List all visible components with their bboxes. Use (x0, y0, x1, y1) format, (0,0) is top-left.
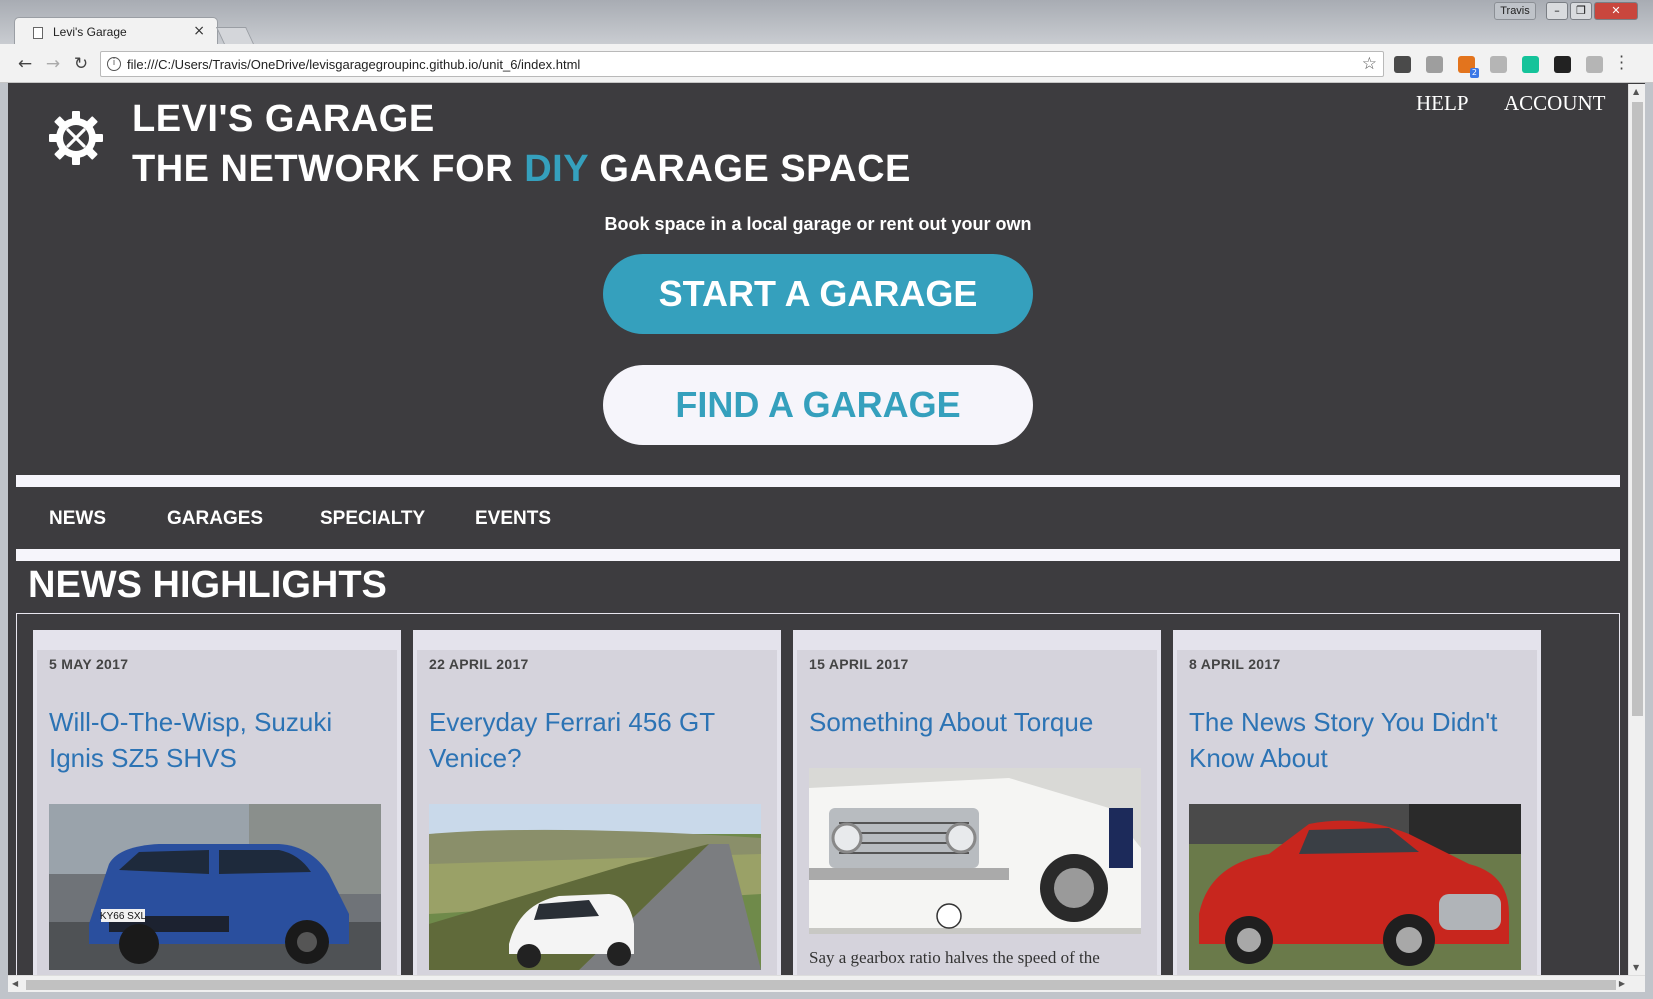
help-link[interactable]: HELP (1416, 91, 1469, 116)
scroll-right-icon[interactable]: ▶ (1619, 979, 1625, 988)
scrollbar-thumb[interactable] (1632, 102, 1643, 716)
brand-tagline-end: GARAGE SPACE (588, 148, 911, 190)
contrast-icon[interactable] (1554, 56, 1571, 73)
tab-close-icon[interactable]: × (193, 23, 205, 39)
address-bar[interactable]: i file:///C:/Users/Travis/OneDrive/levis… (100, 51, 1384, 77)
url-text[interactable]: file:///C:/Users/Travis/OneDrive/levisga… (127, 57, 580, 72)
document-icon (33, 27, 43, 39)
white-classic-car-photo[interactable] (809, 768, 1141, 934)
info-icon[interactable]: i (107, 57, 121, 71)
page-viewport: LEVI'S GARAGE THE NETWORK FOR DIY GARAGE… (8, 84, 1628, 975)
circle-icon[interactable] (1490, 56, 1507, 73)
section-nav: NEWS GARAGES SPECIALTY EVENTS (16, 475, 1620, 561)
scroll-left-icon[interactable]: ◀ (12, 979, 18, 988)
license-plate: KY66 SXL (100, 911, 147, 922)
brand-tagline-accent: DIY (524, 148, 589, 190)
scroll-down-icon[interactable]: ▼ (1633, 963, 1639, 972)
bookmark-star-icon[interactable]: ☆ (1362, 54, 1377, 74)
card-title-link[interactable]: Something About Torque (809, 704, 1145, 740)
news-cards-container: 5 MAY 2017 Will-O-The-Wisp, Suzuki Ignis… (16, 613, 1620, 975)
brand-name[interactable]: LEVI'S GARAGE (132, 98, 435, 141)
news-card[interactable]: 5 MAY 2017 Will-O-The-Wisp, Suzuki Ignis… (33, 630, 401, 975)
brand-tagline-start: THE NETWORK FOR (132, 148, 525, 190)
card-title-link[interactable]: Everyday Ferrari 456 GT Venice? (429, 704, 765, 776)
card-excerpt: Say a gearbox ratio halves the speed of … (809, 948, 1100, 967)
minimize-button[interactable]: – (1546, 2, 1568, 20)
maximize-button[interactable]: ❐ (1570, 2, 1592, 20)
white-ferrari-photo[interactable] (429, 804, 761, 970)
vertical-scrollbar[interactable]: ▲ ▼ (1628, 84, 1645, 975)
tab-title: Levi's Garage (53, 25, 127, 39)
reload-icon[interactable]: ↻ (70, 53, 92, 75)
window-frame (0, 83, 8, 999)
window-frame (0, 992, 1653, 999)
browser-tab[interactable]: Levi's Garage × (14, 17, 218, 46)
account-link[interactable]: ACCOUNT (1504, 91, 1606, 116)
horizontal-scrollbar[interactable]: ◀ ▶ (8, 975, 1645, 992)
gear-tools-logo-icon (49, 111, 103, 165)
card-title-link[interactable]: Will-O-The-Wisp, Suzuki Ignis SZ5 SHVS (49, 704, 385, 776)
blue-suzuki-photo[interactable]: KY66 SXL (49, 804, 381, 970)
forward-icon[interactable]: → (42, 53, 64, 75)
brand-tagline: THE NETWORK FOR DIY GARAGE SPACE (132, 148, 911, 191)
feed-icon[interactable]: 2 (1458, 56, 1479, 78)
browser-toolbar: ← → ↻ i file:///C:/Users/Travis/OneDrive… (0, 44, 1653, 83)
back-icon[interactable]: ← (14, 53, 36, 75)
card-date: 15 APRIL 2017 (809, 656, 909, 672)
news-card[interactable]: 22 APRIL 2017 Everyday Ferrari 456 GT Ve… (413, 630, 781, 975)
window-frame (1645, 83, 1653, 999)
card-date: 8 APRIL 2017 (1189, 656, 1281, 672)
find-garage-button[interactable]: FIND A GARAGE (603, 365, 1033, 445)
menu-icon[interactable]: · · · (1619, 49, 1624, 77)
start-garage-button[interactable]: START A GARAGE (603, 254, 1033, 334)
card-date: 22 APRIL 2017 (429, 656, 529, 672)
browser-titlebar: Levi's Garage × Travis – ❐ ✕ (0, 0, 1653, 46)
news-card[interactable]: 8 APRIL 2017 The News Story You Didn't K… (1173, 630, 1541, 975)
extension-badge: 2 (1469, 68, 1479, 78)
hero-tagline: Book space in a local garage or rent out… (604, 214, 1032, 234)
scrollbar-thumb[interactable] (26, 980, 1616, 990)
news-card[interactable]: 15 APRIL 2017 Something About Torque Say… (793, 630, 1161, 975)
grammarly-icon[interactable] (1522, 56, 1539, 73)
nav-news[interactable]: NEWS (49, 508, 106, 530)
evernote-icon[interactable] (1394, 56, 1411, 73)
red-classic-car-photo[interactable] (1189, 804, 1521, 970)
profile-button[interactable]: Travis (1494, 2, 1536, 20)
nav-specialty[interactable]: SPECIALTY (320, 508, 425, 530)
nav-garages[interactable]: GARAGES (167, 508, 263, 530)
drive-icon[interactable] (1426, 56, 1443, 73)
news-highlights-title: NEWS HIGHLIGHTS (28, 564, 387, 606)
card-date: 5 MAY 2017 (49, 656, 129, 672)
new-tab-button[interactable] (216, 27, 254, 44)
close-window-button[interactable]: ✕ (1594, 2, 1638, 20)
scroll-up-icon[interactable]: ▲ (1633, 87, 1639, 96)
nav-events[interactable]: EVENTS (475, 508, 551, 530)
card-title-link[interactable]: The News Story You Didn't Know About (1189, 704, 1525, 776)
pdf-icon[interactable] (1586, 56, 1603, 73)
